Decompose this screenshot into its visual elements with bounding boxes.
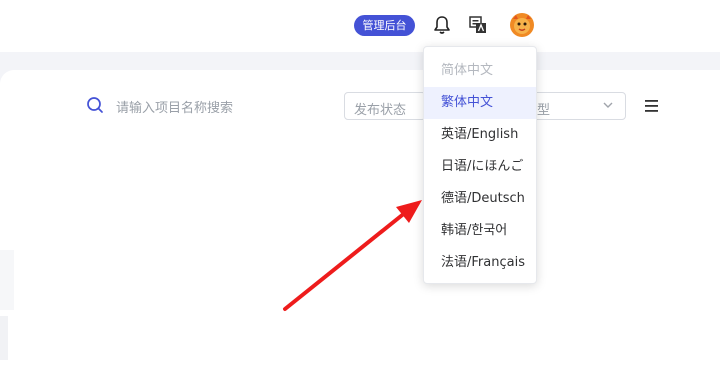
language-option-french[interactable]: 法语/Français: [424, 247, 536, 279]
search-icon[interactable]: [86, 96, 104, 114]
publish-status-select[interactable]: 发布状态: [344, 92, 426, 120]
menu-icon[interactable]: [644, 99, 660, 113]
publish-status-placeholder: 发布状态: [354, 103, 407, 118]
bell-icon[interactable]: [433, 15, 451, 35]
translate-icon[interactable]: [468, 15, 488, 35]
language-option-english[interactable]: 英语/English: [424, 119, 536, 151]
language-option-simplified-chinese[interactable]: 简体中文: [424, 55, 536, 87]
language-option-german[interactable]: 德语/Deutsch: [424, 183, 536, 215]
search-input[interactable]: 请输入项目名称搜索: [116, 97, 233, 116]
language-option-traditional-chinese[interactable]: 繁体中文: [424, 87, 536, 119]
avatar[interactable]: [509, 12, 535, 38]
language-option-japanese[interactable]: 日语/にほんご: [424, 151, 536, 183]
language-dropdown: 简体中文 繁体中文 英语/English 日语/にほんご 德语/Deutsch …: [423, 46, 537, 284]
admin-console-button[interactable]: 管理后台: [354, 15, 415, 36]
type-select-placeholder: 型: [537, 103, 551, 118]
side-edge: [0, 250, 14, 310]
chevron-down-icon: [603, 102, 613, 108]
language-option-korean[interactable]: 韩语/한국어: [424, 215, 536, 247]
top-bar: 管理后台: [0, 0, 720, 52]
side-edge-lower: [0, 316, 8, 360]
